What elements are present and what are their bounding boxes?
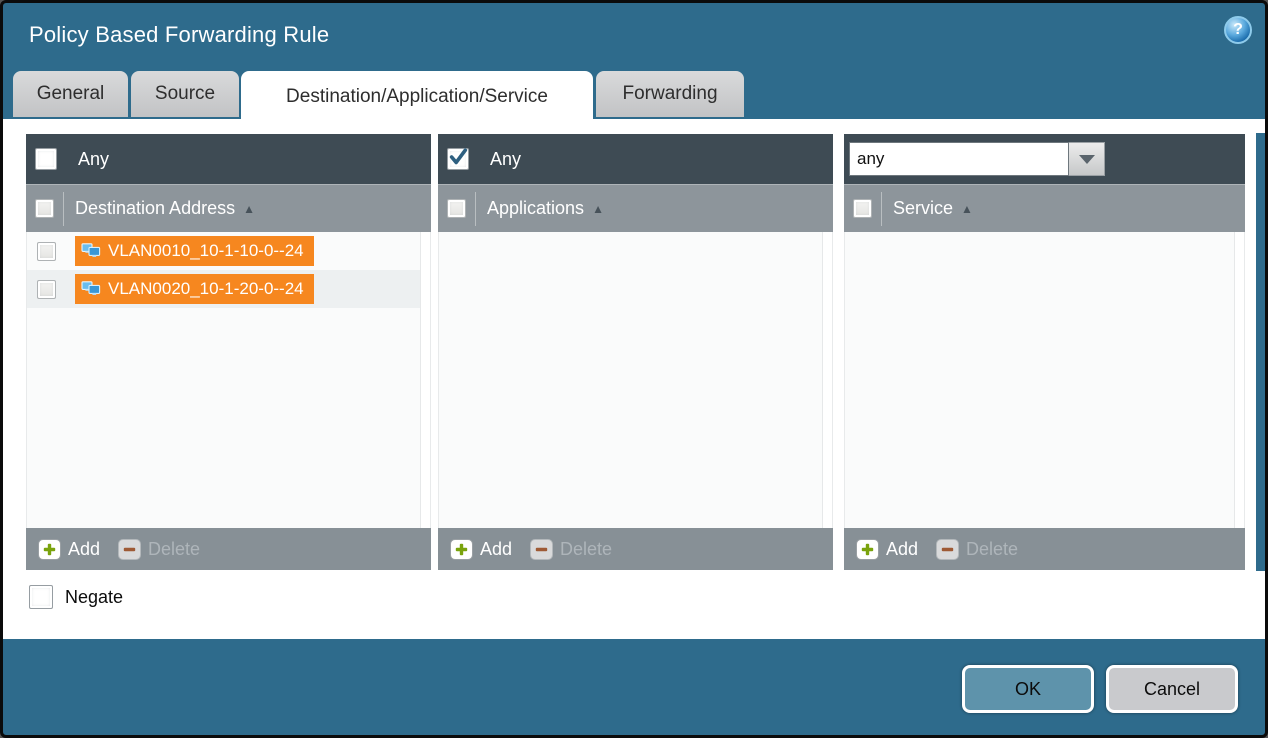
applications-footer: Add Delete (438, 528, 833, 570)
policy-based-forwarding-rule-dialog: Policy Based Forwarding Rule ? General S… (0, 0, 1268, 738)
add-button-label[interactable]: Add (480, 539, 512, 560)
add-button-label[interactable]: Add (886, 539, 918, 560)
sort-ascending-icon: ▲ (592, 202, 604, 216)
divider (881, 192, 882, 226)
minus-icon (123, 543, 136, 556)
delete-button-label: Delete (148, 539, 200, 560)
destination-header-label: Destination Address (75, 198, 235, 219)
destination-address-item[interactable]: VLAN0010_10-1-10-0--24 (75, 236, 314, 266)
content-right-edge (1256, 133, 1265, 571)
tab-general[interactable]: General (13, 71, 128, 117)
network-address-icon (81, 243, 101, 259)
service-footer: Add Delete (844, 528, 1245, 570)
service-dropdown[interactable]: any (849, 142, 1105, 176)
destination-address-label: VLAN0020_10-1-20-0--24 (108, 279, 304, 299)
title-bar: Policy Based Forwarding Rule ? (3, 3, 1265, 67)
content-panel: Any Destination Address ▲ (3, 119, 1265, 639)
row-checkbox[interactable] (37, 280, 56, 299)
destination-address-label: VLAN0010_10-1-10-0--24 (108, 241, 304, 261)
minus-icon (535, 543, 548, 556)
delete-button[interactable] (530, 539, 553, 560)
sort-ascending-icon: ▲ (961, 202, 973, 216)
service-select-all-checkbox[interactable] (853, 199, 872, 218)
applications-header-label: Applications (487, 198, 584, 219)
destination-address-item[interactable]: VLAN0020_10-1-20-0--24 (75, 274, 314, 304)
applications-list (438, 232, 833, 528)
minus-icon (941, 543, 954, 556)
service-any-bar: any (844, 134, 1245, 184)
destination-list: VLAN0010_10-1-10-0--24 VLAN0020_10-1-20-… (26, 232, 431, 528)
negate-checkbox[interactable] (29, 585, 53, 609)
divider (475, 192, 476, 226)
applications-any-label: Any (490, 149, 521, 170)
service-header-label: Service (893, 198, 953, 219)
tab-source[interactable]: Source (131, 71, 239, 117)
applications-panel: Any Applications ▲ Add (438, 134, 833, 570)
destination-any-bar: Any (26, 134, 431, 184)
scrollbar-track[interactable] (420, 232, 430, 528)
delete-button-label: Delete (966, 539, 1018, 560)
plus-icon (43, 543, 56, 556)
negate-label: Negate (65, 587, 123, 608)
add-button[interactable] (38, 539, 61, 560)
service-dropdown-value[interactable]: any (849, 142, 1069, 176)
plus-icon (861, 543, 874, 556)
delete-button[interactable] (936, 539, 959, 560)
applications-select-all-checkbox[interactable] (447, 199, 466, 218)
add-button[interactable] (856, 539, 879, 560)
add-button[interactable] (450, 539, 473, 560)
destination-any-checkbox[interactable] (35, 148, 57, 170)
add-button-label[interactable]: Add (68, 539, 100, 560)
applications-any-checkbox[interactable] (447, 148, 469, 170)
sort-ascending-icon: ▲ (243, 202, 255, 216)
scrollbar-track[interactable] (1234, 232, 1244, 528)
scrollbar-track[interactable] (822, 232, 832, 528)
table-row: VLAN0010_10-1-10-0--24 (27, 232, 430, 270)
service-column-header[interactable]: Service ▲ (844, 184, 1245, 232)
table-row: VLAN0020_10-1-20-0--24 (27, 270, 430, 308)
delete-button[interactable] (118, 539, 141, 560)
plus-icon (455, 543, 468, 556)
tab-destination-application-service[interactable]: Destination/Application/Service (241, 71, 593, 123)
check-icon (448, 146, 468, 168)
service-panel: any Service ▲ (844, 134, 1245, 570)
row-checkbox[interactable] (37, 242, 56, 261)
destination-column-header[interactable]: Destination Address ▲ (26, 184, 431, 232)
service-list (844, 232, 1245, 528)
cancel-button[interactable]: Cancel (1106, 665, 1238, 713)
ok-button[interactable]: OK (962, 665, 1094, 713)
network-address-icon (81, 281, 101, 297)
divider (63, 192, 64, 226)
chevron-down-icon (1079, 155, 1095, 164)
dropdown-arrow-button[interactable] (1069, 142, 1105, 176)
dialog-title: Policy Based Forwarding Rule (29, 3, 329, 67)
tab-forwarding[interactable]: Forwarding (596, 71, 744, 117)
destination-any-label: Any (78, 149, 109, 170)
destination-select-all-checkbox[interactable] (35, 199, 54, 218)
negate-row: Negate (29, 585, 123, 609)
destination-footer: Add Delete (26, 528, 431, 570)
help-icon[interactable]: ? (1224, 16, 1252, 44)
applications-any-bar: Any (438, 134, 833, 184)
destination-address-panel: Any Destination Address ▲ (26, 134, 431, 570)
delete-button-label: Delete (560, 539, 612, 560)
applications-column-header[interactable]: Applications ▲ (438, 184, 833, 232)
